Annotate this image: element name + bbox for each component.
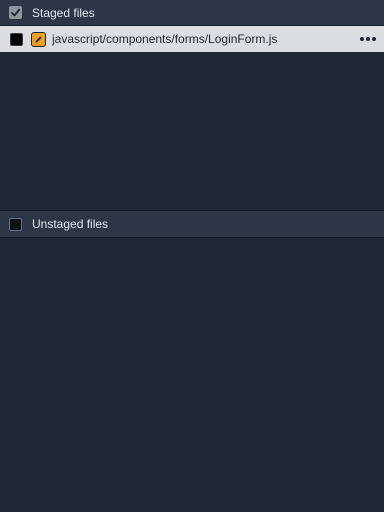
file-checkbox[interactable] (10, 32, 23, 46)
pencil-icon (31, 31, 46, 47)
staged-files-title: Staged files (32, 5, 95, 20)
file-path: javascript/components/forms/LoginForm.js (52, 32, 278, 46)
checkmark-icon (10, 8, 21, 17)
staged-file-row[interactable]: javascript/components/forms/LoginForm.js (0, 26, 384, 52)
unstaged-files-title: Unstaged files (32, 217, 109, 231)
more-options-icon[interactable] (358, 32, 378, 46)
staged-files-header[interactable]: Staged files (0, 0, 384, 26)
unstaged-files-panel: Unstaged files (0, 210, 384, 512)
staged-select-all-checkbox[interactable] (9, 6, 22, 19)
unstaged-select-all-checkbox[interactable] (9, 217, 22, 231)
staged-files-list (0, 52, 384, 210)
unstaged-files-list (0, 238, 384, 512)
unstaged-files-header[interactable]: Unstaged files (0, 210, 384, 238)
staged-files-panel: Staged files javascript/components/forms… (0, 0, 384, 210)
